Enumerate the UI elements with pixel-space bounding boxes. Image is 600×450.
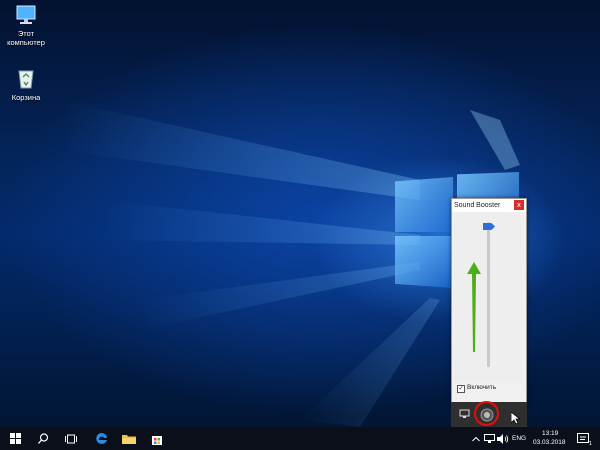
enable-checkbox[interactable]: ✓ bbox=[457, 385, 465, 393]
volume-slider-thumb[interactable] bbox=[483, 223, 495, 230]
language-indicator[interactable]: ENG bbox=[512, 435, 526, 442]
volume-slider-track[interactable] bbox=[487, 222, 490, 367]
show-hidden-icons-button[interactable] bbox=[470, 427, 482, 450]
search-icon bbox=[37, 433, 48, 444]
volume-button[interactable] bbox=[496, 427, 509, 450]
edge-browser-button[interactable] bbox=[88, 427, 114, 450]
edge-icon bbox=[95, 432, 107, 444]
clock-date[interactable]: 03.03.2018 bbox=[533, 439, 566, 446]
desktop-icon-label: Корзина bbox=[11, 93, 41, 102]
desktop-icon-computer[interactable]: Этот компьютер bbox=[0, 5, 52, 47]
highlight-circle bbox=[474, 401, 499, 426]
folder-icon bbox=[122, 435, 136, 444]
file-explorer-button[interactable] bbox=[116, 427, 142, 450]
notification-count: 1 bbox=[588, 441, 592, 447]
network-icon bbox=[483, 433, 495, 443]
task-view-icon bbox=[65, 434, 77, 443]
volume-panel bbox=[454, 214, 522, 382]
clock-time[interactable]: 13:19 bbox=[542, 430, 558, 437]
computer-icon bbox=[0, 5, 52, 27]
desktop-icon-recycle-bin[interactable]: Корзина bbox=[0, 67, 52, 102]
network-tray-icon[interactable] bbox=[459, 409, 471, 420]
taskbar: ENG 13:19 03.03.2018 1 bbox=[0, 427, 600, 450]
network-button[interactable] bbox=[483, 427, 495, 450]
search-button[interactable] bbox=[30, 427, 56, 450]
enable-label: Включить bbox=[467, 384, 497, 391]
recycle-bin-icon bbox=[0, 67, 52, 91]
desktop-icon-label: Этот компьютер bbox=[7, 29, 45, 47]
green-up-arrow-icon bbox=[467, 262, 481, 352]
close-button[interactable]: x bbox=[514, 200, 524, 210]
speaker-icon bbox=[496, 433, 508, 444]
chevron-up-icon bbox=[472, 436, 480, 441]
store-button[interactable] bbox=[144, 427, 170, 450]
enable-checkbox-row[interactable]: ✓ Включить bbox=[457, 384, 496, 393]
mouse-cursor-icon bbox=[511, 412, 520, 425]
sound-booster-window: Sound Booster x ✓ Включить bbox=[451, 198, 527, 404]
windows-start-icon bbox=[9, 433, 21, 444]
store-icon bbox=[152, 435, 162, 445]
notification-icon bbox=[577, 432, 589, 443]
action-center-button[interactable]: 1 bbox=[573, 427, 593, 450]
task-view-button[interactable] bbox=[58, 427, 84, 450]
start-button[interactable] bbox=[0, 427, 30, 450]
